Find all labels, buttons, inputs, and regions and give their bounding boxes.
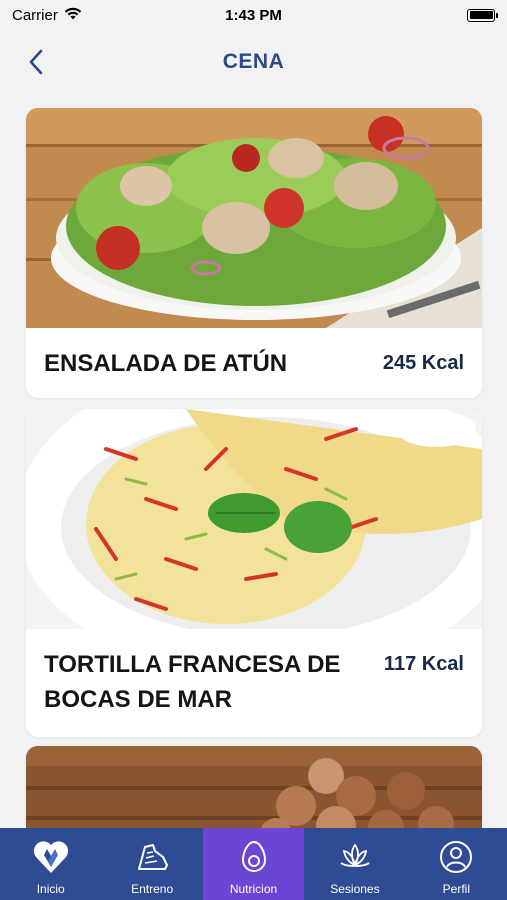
page-title: CENA (222, 50, 285, 73)
battery-icon (467, 8, 498, 22)
tab-label: Sesiones (330, 882, 380, 896)
tuna-salad-photo (26, 108, 482, 328)
tab-label: Perfil (442, 882, 470, 896)
recipe-footer: TORTILLA FRANCESA DE BOCAS DE MAR 117 Kc… (26, 629, 482, 717)
chevron-left-icon (29, 49, 43, 75)
recipe-card[interactable]: ENSALADA DE ATÚN 245 Kcal (26, 108, 482, 398)
carrier-label: Carrier (12, 6, 58, 24)
tab-entreno[interactable]: Entreno (101, 828, 202, 900)
recipe-name: TORTILLA FRANCESA DE BOCAS DE MAR (44, 651, 341, 713)
user-circle-icon (437, 838, 475, 876)
avocado-icon (235, 838, 273, 876)
recipe-footer: ENSALADA DE ATÚN 245 Kcal (26, 328, 482, 381)
tab-label: Nutricion (229, 882, 278, 896)
tab-nutricion[interactable]: Nutricion (202, 828, 305, 900)
recipe-list: ENSALADA DE ATÚN 245 Kcal TORTILLA FRANC… (0, 108, 507, 828)
tab-inicio[interactable]: Inicio (0, 828, 101, 900)
recipe-card[interactable]: TORTILLA FRANCESA DE BOCAS DE MAR 117 Kc… (26, 409, 482, 737)
tab-perfil[interactable]: Perfil (406, 828, 507, 900)
recipe-kcal: 245 Kcal (382, 352, 464, 374)
status-left: Carrier (12, 7, 82, 24)
lotus-icon (336, 838, 374, 876)
heart-ribbon-icon (32, 838, 70, 876)
sneaker-icon (133, 838, 171, 876)
tab-bar: Inicio Entreno Nutricion Sesiones Perfil (0, 828, 507, 900)
recipe-kcal: 117 Kcal (383, 653, 464, 675)
nav-bar: CENA (0, 30, 507, 94)
recipe-card[interactable] (26, 746, 482, 828)
tab-sesiones[interactable]: Sesiones (304, 828, 405, 900)
tab-label: Entreno (131, 882, 174, 896)
tab-label: Inicio (36, 882, 65, 896)
hazelnuts-photo (26, 746, 482, 828)
omelette-photo (26, 409, 482, 629)
status-bar: Carrier 1:43 PM (0, 0, 507, 30)
recipe-name: ENSALADA DE ATÚN (44, 350, 288, 377)
wifi-icon (64, 7, 82, 24)
back-button[interactable] (22, 48, 50, 76)
